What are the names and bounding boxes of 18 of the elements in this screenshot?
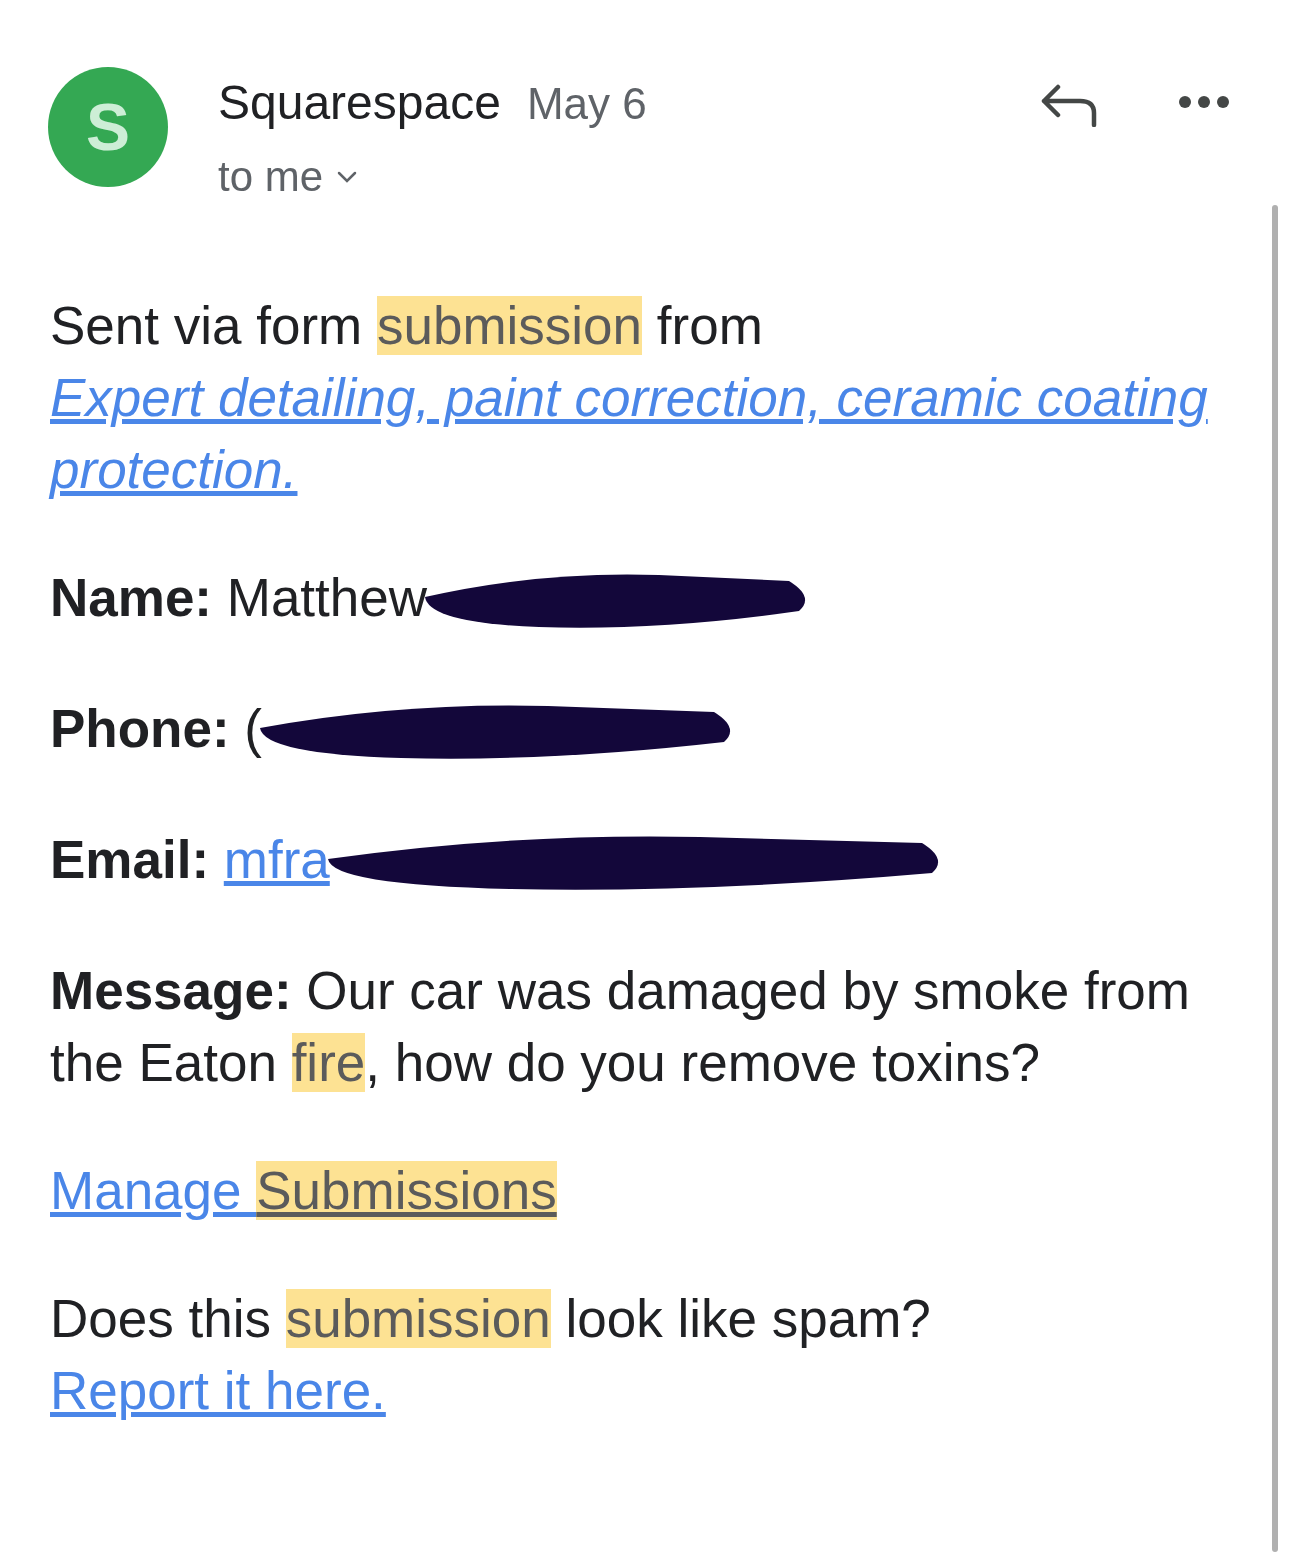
intro-text: Sent via form submission from Expert detailing, paint correction, ceramic coating protection. xyxy=(50,290,1235,506)
chevron-down-icon xyxy=(337,170,358,183)
spam-report-text: Does this submission look like spam? Report it here. xyxy=(50,1288,932,1422)
name-field: Name: Matthew xyxy=(50,562,1235,637)
link[interactable]: mfra xyxy=(223,830,330,889)
more-options-icon[interactable] xyxy=(1178,95,1230,109)
recipient-toggle[interactable]: to me xyxy=(218,145,647,208)
scrollbar[interactable] xyxy=(1272,205,1278,1552)
phone-field: Phone: ( xyxy=(50,693,1235,768)
link[interactable]: Expert detailing, paint correction, ceramic coating protection. xyxy=(50,362,1235,506)
manage-submissions-link[interactable]: Manage Submissions xyxy=(50,1155,557,1227)
date: May 6 xyxy=(526,78,647,130)
link[interactable]: Report it here. xyxy=(50,1361,386,1420)
email-field: Email: mfra xyxy=(50,824,1235,899)
sender-name: Squarespace xyxy=(218,75,501,131)
message-text: Message: Our car was damaged by smoke from the Eaton fire, how do you remove toxins? xyxy=(50,960,1191,1094)
reply-icon[interactable] xyxy=(1040,83,1098,127)
avatar: S xyxy=(48,67,168,187)
